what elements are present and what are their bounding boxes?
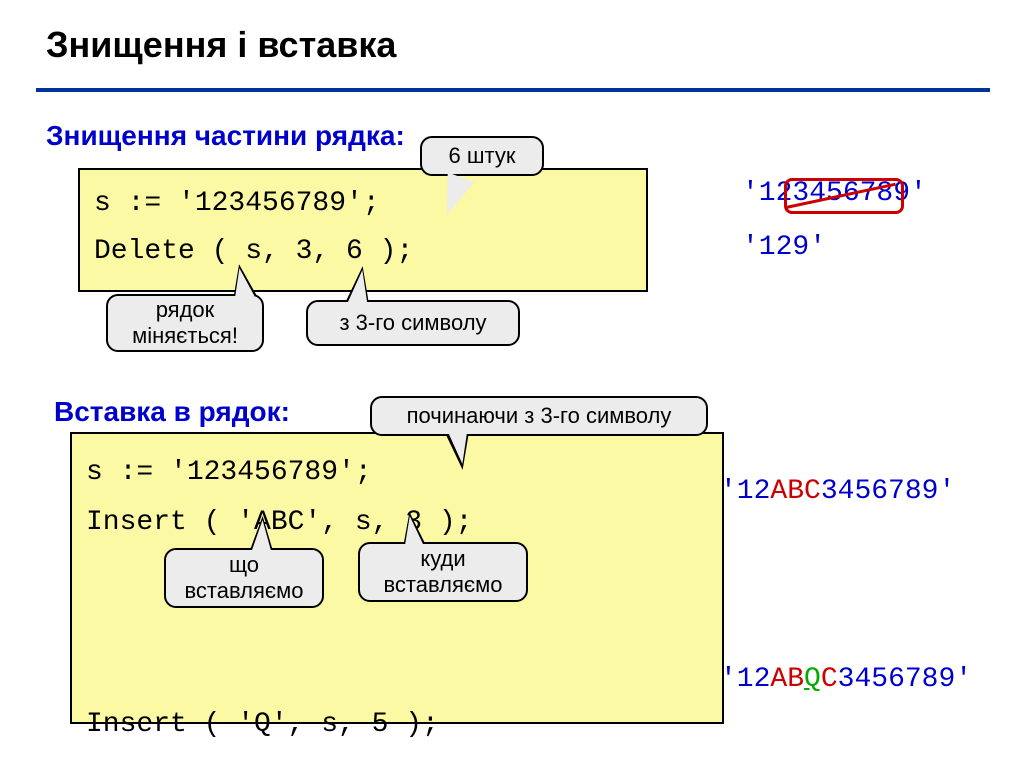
section-heading-delete: Знищення частини рядка:	[46, 120, 405, 152]
code-line: Insert ( 'Q', s, 5 );	[86, 709, 439, 740]
code-line: s := '123456789';	[86, 457, 372, 488]
code-line: s := '123456789';	[94, 188, 380, 219]
callout-from-3rd: з 3-го символу	[306, 300, 520, 346]
callout-where-insert: куди вставляємо	[358, 542, 528, 602]
callout-starting-from-3rd: починаючи з 3-го символу	[370, 396, 708, 436]
callout-what-insert: що вставляємо	[164, 548, 324, 608]
callout-pointer	[251, 520, 272, 553]
code-line: Delete ( s, 3, 6 );	[94, 236, 413, 267]
divider	[36, 88, 990, 92]
page-title: Знищення і вставка	[46, 24, 396, 66]
callout-6-pieces: 6 штук	[420, 136, 544, 176]
result-insert-2: '12ABQC3456789'	[720, 664, 972, 695]
callout-row-changes: рядок міняється!	[106, 294, 264, 352]
result-insert-1: '12ABC3456789'	[720, 476, 955, 507]
slide: Знищення і вставка Знищення частини рядк…	[0, 0, 1024, 767]
callout-pointer	[400, 515, 424, 549]
section-heading-insert: Вставка в рядок:	[54, 396, 290, 428]
result-delete-after: '129'	[742, 232, 826, 263]
